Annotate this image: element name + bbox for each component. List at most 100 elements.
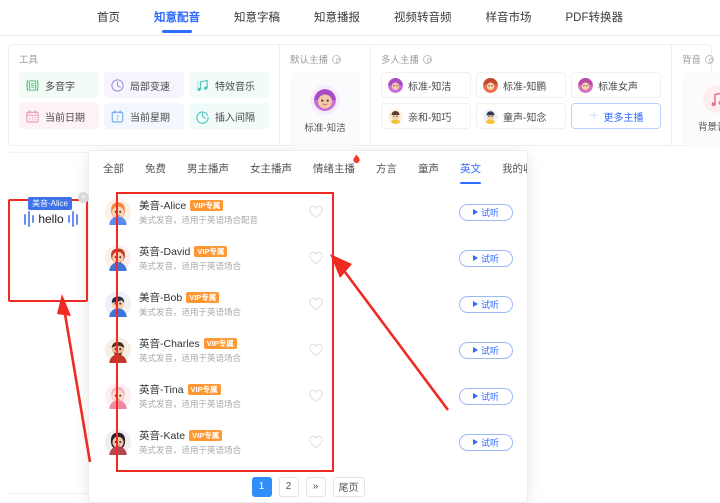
list-item[interactable]: 英音-Tina VIP专属 英式发音，适用于英语场合 试听 (89, 373, 527, 419)
preview-button[interactable]: 试听 (459, 249, 513, 267)
voice-desc: 美式发音，适用于英语场合配音 (139, 215, 259, 225)
tools-section: 工具 多音字 局部变速 特效音乐 当前日期 7 当前星期 插入间隔 (9, 45, 280, 145)
next-page-button[interactable]: » (305, 476, 326, 497)
play-icon (472, 347, 478, 353)
nav-item-voice-market[interactable]: 样音市场 (486, 3, 532, 33)
list-item[interactable]: 美音-Bob VIP专属 美式发音，适用于英语场合 试听 (89, 281, 527, 327)
list-item[interactable]: 美音-Alice VIP专属 美式发音，适用于英语场合配音 试听 (89, 189, 527, 235)
gear-icon[interactable] (705, 54, 715, 64)
voice-name: 英音-Tina (139, 384, 184, 396)
preview-button[interactable]: 试听 (459, 433, 513, 451)
host-standard-female[interactable]: 标准女声 (571, 72, 661, 98)
tool-polyphone[interactable]: 多音字 (19, 72, 99, 98)
avatar (483, 77, 498, 93)
preview-button[interactable]: 试听 (459, 203, 513, 221)
preview-label: 试听 (480, 345, 499, 356)
page-2-button[interactable]: 2 (278, 476, 299, 497)
list-item[interactable]: 英音-Charles VIP专属 英式发音，适用于英语场合 试听 (89, 327, 527, 373)
favorite-heart-icon[interactable] (305, 205, 327, 219)
avatar (105, 429, 131, 455)
voice-desc: 美式发音，适用于英语场合 (139, 307, 242, 317)
svg-text:7: 7 (116, 116, 120, 122)
nav-item-pdf-converter[interactable]: PDF转换器 (566, 3, 624, 33)
toolbar-band: 工具 多音字 局部变速 特效音乐 当前日期 7 当前星期 插入间隔 默认主播 标… (8, 44, 720, 146)
list-item[interactable]: 英音-David VIP专属 英式发音，适用于英语场合 试听 (89, 235, 527, 281)
tool-label: 当前日期 (45, 112, 85, 124)
nav-item-script[interactable]: 知意字稿 (234, 3, 280, 33)
host-child-zhinian[interactable]: 童声-知念 (476, 103, 566, 129)
host-label: 标准-知鹏 (503, 81, 547, 93)
list-item[interactable]: 英音-Kate VIP专属 英式发音，适用于英语场合 试听 (89, 419, 527, 465)
default-host-name: 标准-知洁 (304, 122, 346, 134)
tool-local-speed[interactable]: 局部变速 (104, 72, 184, 98)
preview-button[interactable]: 试听 (459, 341, 513, 359)
weekday-icon: 7 (111, 109, 124, 122)
top-navigation: 首页 知意配音 知意字稿 知意播报 视频转音频 样音市场 PDF转换器 (0, 0, 720, 36)
more-hosts-button[interactable]: ＋ 更多主播 (571, 103, 661, 129)
preview-label: 试听 (480, 437, 499, 448)
preview-button[interactable]: 试听 (459, 295, 513, 313)
host-standard-zhipeng[interactable]: 标准-知鹏 (476, 72, 566, 98)
avatar (105, 383, 131, 409)
nav-item-broadcast[interactable]: 知意播报 (314, 3, 360, 33)
play-icon (472, 393, 478, 399)
nav-item-home[interactable]: 首页 (97, 3, 120, 33)
voice-title-row: 英音-Tina VIP专属 (139, 382, 299, 397)
tool-effect-music[interactable]: 特效音乐 (189, 72, 269, 98)
bgm-section: 背音 背景音乐 (672, 45, 720, 146)
voice-info: 英音-David VIP专属 英式发音，适用于英语场合 (139, 244, 299, 272)
default-host-card[interactable]: 标准-知洁 (290, 72, 360, 146)
voice-name: 英音-Charles (139, 338, 200, 350)
tab-child-voice[interactable]: 童声 (418, 161, 439, 178)
tab-female-host[interactable]: 女主播声 (250, 161, 292, 178)
tab-dialect[interactable]: 方言 (376, 161, 397, 178)
tool-insert-pause[interactable]: 插入间隔 (189, 103, 269, 129)
nav-item-video-to-audio[interactable]: 视频转音频 (394, 3, 452, 33)
tool-label: 多音字 (45, 81, 75, 93)
multi-host-grid: 标准-知洁 标准-知鹏 标准女声 亲和-知巧 童声-知念 ＋ 更多主播 (381, 72, 661, 129)
tab-emotional-host-label: 情绪主播 (313, 162, 355, 175)
voice-title-row: 英音-Kate VIP专属 (139, 428, 299, 443)
bgm-header: 背音 (682, 52, 720, 66)
tab-emotional-host[interactable]: 情绪主播 (313, 154, 360, 178)
tab-free[interactable]: 免费 (145, 161, 166, 178)
avatar (105, 199, 131, 225)
voice-info: 英音-Tina VIP专属 英式发音，适用于英语场合 (139, 382, 299, 410)
tab-english[interactable]: 英文 (460, 161, 481, 184)
voice-info: 英音-Charles VIP专属 英式发音，适用于英语场合 (139, 336, 299, 364)
host-standard-zhijie[interactable]: 标准-知洁 (381, 72, 471, 98)
default-host-title: 默认主播 (290, 55, 329, 66)
preview-button[interactable]: 试听 (459, 387, 513, 405)
clip-voice-chip[interactable]: 美音-Alice (28, 197, 73, 210)
clip-text[interactable]: hello (36, 212, 65, 226)
last-page-button[interactable]: 尾页 (332, 476, 365, 497)
nav-item-dubbing[interactable]: 知意配音 (154, 3, 200, 33)
voice-desc: 英式发音，适用于英语场合 (139, 261, 242, 271)
waveform-bar (32, 215, 35, 223)
bgm-title: 背音 (682, 55, 702, 66)
voice-name: 英音-Kate (139, 430, 186, 442)
tool-current-weekday[interactable]: 7 当前星期 (104, 103, 184, 129)
hot-badge-icon (353, 154, 360, 163)
favorite-heart-icon[interactable] (305, 435, 327, 449)
voice-desc: 英式发音，适用于英语场合 (139, 353, 242, 363)
bgm-card[interactable]: 背景音乐 (682, 72, 720, 146)
gear-icon[interactable] (423, 54, 433, 64)
speed-clock-icon (111, 78, 124, 92)
close-icon[interactable]: × (78, 192, 89, 203)
voice-list: 美音-Alice VIP专属 美式发音，适用于英语场合配音 试听 英音-Davi… (89, 187, 527, 502)
avatar (578, 77, 593, 93)
calendar-icon (26, 109, 39, 122)
tab-male-host[interactable]: 男主播声 (187, 161, 229, 178)
tab-favorites[interactable]: 我的收藏 (502, 161, 527, 178)
play-icon (472, 209, 478, 215)
voice-clip[interactable]: 美音-Alice × hello (20, 192, 89, 233)
tools-header: 工具 (19, 52, 269, 66)
gear-icon[interactable] (332, 54, 342, 64)
waveform-bar (67, 215, 70, 223)
host-affinity-zhiqiao[interactable]: 亲和-知巧 (381, 103, 471, 129)
tab-all[interactable]: 全部 (103, 161, 124, 178)
page-1-button[interactable]: 1 (251, 476, 272, 497)
tool-current-date[interactable]: 当前日期 (19, 103, 99, 129)
voice-title-row: 英音-David VIP专属 (139, 244, 299, 259)
